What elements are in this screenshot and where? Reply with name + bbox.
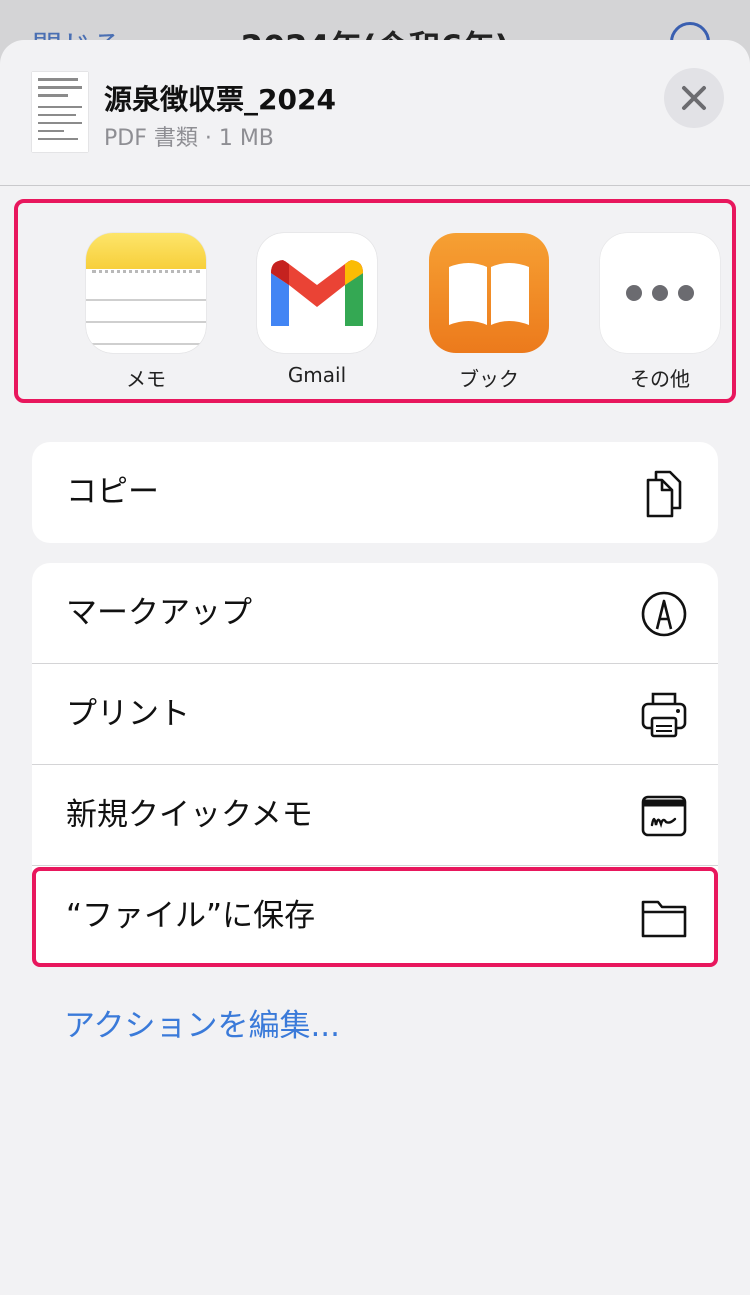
app-notes[interactable]: メモ bbox=[86, 233, 206, 392]
action-quick-note[interactable]: 新規クイックメモ bbox=[32, 765, 718, 866]
action-print[interactable]: プリント bbox=[32, 664, 718, 765]
copy-card: コピー bbox=[32, 442, 718, 543]
edit-actions-link[interactable]: アクションを編集... bbox=[64, 1000, 340, 1045]
app-label-notes: メモ bbox=[126, 367, 166, 391]
notes-icon bbox=[86, 233, 206, 353]
printer-icon bbox=[641, 692, 687, 738]
action-copy-label: コピー bbox=[66, 474, 159, 510]
app-label-gmail: Gmail bbox=[287, 363, 347, 387]
document-thumbnail bbox=[32, 72, 88, 152]
action-quick-note-label: 新規クイックメモ bbox=[66, 797, 313, 833]
close-button[interactable] bbox=[664, 68, 724, 128]
quick-note-icon bbox=[641, 795, 687, 837]
action-save-to-files[interactable]: “ファイル”に保存 bbox=[32, 866, 718, 966]
gmail-icon bbox=[257, 233, 377, 353]
actions-card: マークアップ プリント 新規クイックメモ “ファイル”に保存 bbox=[32, 563, 718, 966]
action-copy[interactable]: コピー bbox=[32, 442, 718, 543]
app-more[interactable]: その他 bbox=[600, 233, 720, 392]
action-markup[interactable]: マークアップ bbox=[32, 563, 718, 664]
markup-icon bbox=[641, 591, 687, 637]
app-label-books: ブック bbox=[459, 367, 519, 391]
folder-icon bbox=[641, 900, 687, 938]
more-icon bbox=[600, 233, 720, 353]
document-header: 源泉徴収票_2024 PDF 書類 · 1 MB bbox=[0, 40, 750, 186]
close-icon bbox=[682, 86, 706, 110]
books-icon bbox=[429, 233, 549, 353]
action-print-label: プリント bbox=[66, 696, 190, 732]
copy-icon bbox=[646, 470, 682, 518]
document-title: 源泉徴収票_2024 bbox=[104, 83, 336, 116]
action-save-to-files-label: “ファイル”に保存 bbox=[66, 898, 316, 934]
share-sheet: 源泉徴収票_2024 PDF 書類 · 1 MB メモ Gmail ブック その… bbox=[0, 40, 750, 1295]
app-share-row: メモ Gmail ブック その他 bbox=[14, 199, 736, 403]
app-books[interactable]: ブック bbox=[429, 233, 549, 392]
document-subtitle: PDF 書類 · 1 MB bbox=[104, 126, 274, 151]
app-gmail[interactable]: Gmail bbox=[257, 233, 377, 387]
action-markup-label: マークアップ bbox=[66, 595, 252, 631]
app-label-more: その他 bbox=[630, 367, 690, 391]
